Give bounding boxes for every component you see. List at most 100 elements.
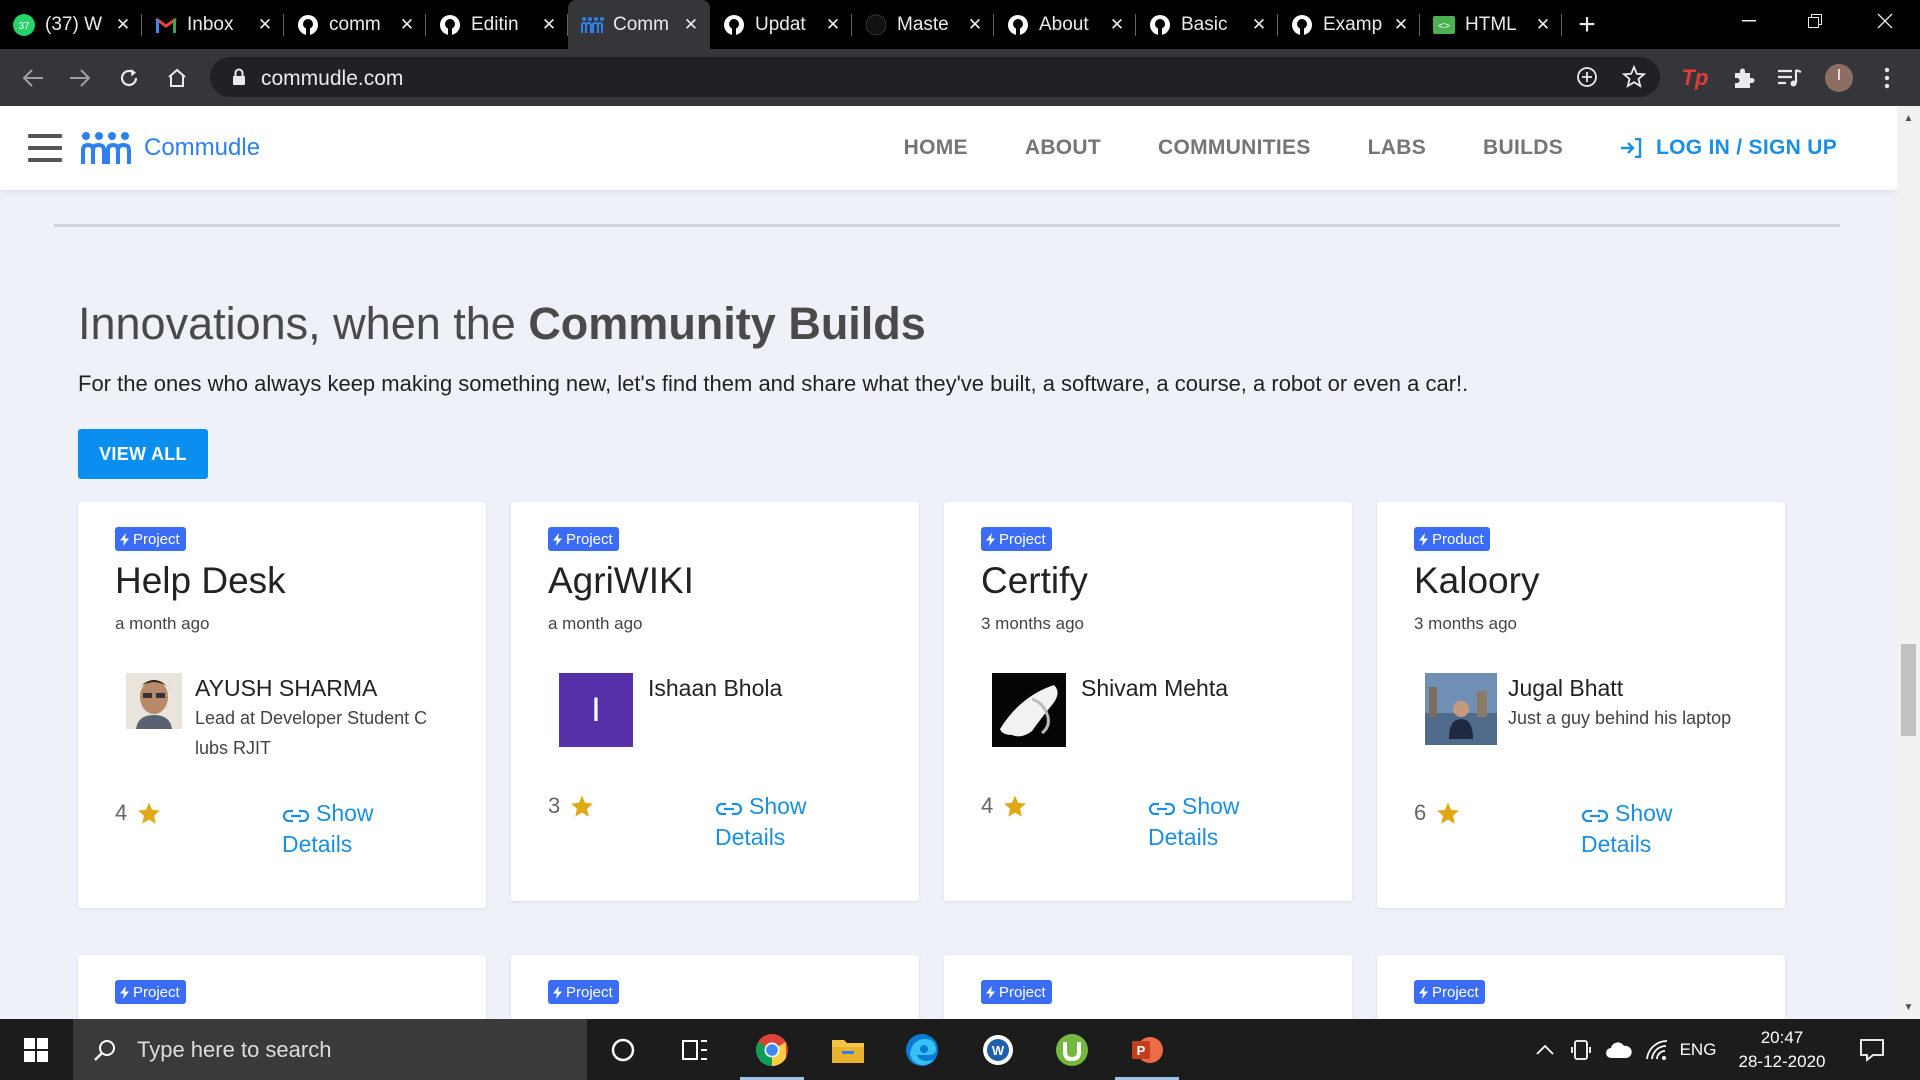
close-window-button[interactable] bbox=[1852, 0, 1918, 42]
hamburger-menu-icon[interactable] bbox=[28, 134, 62, 162]
build-card[interactable]: Product Kaloory 3 months ago Jugal Bhatt… bbox=[1377, 502, 1785, 908]
tab-commudle[interactable]: Comm ✕ bbox=[568, 0, 710, 49]
tab-html[interactable]: <> HTML ✕ bbox=[1420, 0, 1562, 49]
close-icon[interactable]: ✕ bbox=[398, 15, 416, 35]
lightning-icon bbox=[1419, 985, 1428, 999]
star-count[interactable]: 4 bbox=[115, 800, 162, 826]
tab-github-about[interactable]: About ✕ bbox=[994, 0, 1136, 49]
address-bar[interactable]: commudle.com bbox=[210, 57, 1660, 97]
star-count[interactable]: 3 bbox=[548, 793, 595, 819]
powerpoint-icon[interactable]: P bbox=[1111, 1019, 1183, 1080]
add-to-page-icon[interactable] bbox=[1576, 66, 1598, 88]
file-explorer-icon[interactable] bbox=[812, 1019, 884, 1080]
restore-button[interactable] bbox=[1782, 0, 1848, 42]
close-icon[interactable]: ✕ bbox=[682, 15, 700, 35]
show-details-link[interactable]: Show Details bbox=[282, 798, 402, 860]
minimize-button[interactable] bbox=[1716, 0, 1782, 42]
tab-github-master[interactable]: Maste ✕ bbox=[852, 0, 994, 49]
nav-home[interactable]: HOME bbox=[904, 136, 968, 160]
tab-github-comm[interactable]: comm ✕ bbox=[284, 0, 426, 49]
close-icon[interactable]: ✕ bbox=[256, 15, 274, 35]
nav-labs[interactable]: LABS bbox=[1368, 136, 1426, 160]
task-view-icon[interactable] bbox=[659, 1019, 731, 1080]
author-name[interactable]: Jugal Bhatt bbox=[1508, 675, 1623, 702]
close-icon[interactable]: ✕ bbox=[824, 15, 842, 35]
chrome-icon[interactable] bbox=[736, 1019, 808, 1080]
show-details-link[interactable]: Show Details bbox=[1148, 791, 1268, 853]
badge-label: Project bbox=[999, 983, 1046, 1001]
utorrent-icon[interactable] bbox=[1036, 1019, 1108, 1080]
star-count[interactable]: 6 bbox=[1414, 800, 1461, 826]
reload-button[interactable] bbox=[112, 61, 146, 95]
back-button[interactable] bbox=[16, 61, 50, 95]
cortana-icon[interactable] bbox=[587, 1019, 659, 1080]
language-indicator[interactable]: ENG bbox=[1678, 1019, 1718, 1080]
star-count[interactable]: 4 bbox=[981, 793, 1028, 819]
login-icon bbox=[1621, 138, 1642, 158]
author-name[interactable]: AYUSH SHARMA bbox=[195, 675, 377, 702]
word-viewer-icon[interactable]: W bbox=[962, 1019, 1034, 1080]
bookmark-star-icon[interactable] bbox=[1622, 65, 1646, 89]
profile-initial: I bbox=[1836, 67, 1842, 84]
show-details-link[interactable]: Show Details bbox=[1581, 798, 1701, 860]
author-name[interactable]: Ishaan Bhola bbox=[648, 675, 782, 702]
media-control-icon[interactable] bbox=[1774, 63, 1804, 93]
tab-whatsapp[interactable]: 37 (37) W ✕ bbox=[0, 0, 142, 49]
tab-github-basic[interactable]: Basic ✕ bbox=[1136, 0, 1278, 49]
author-avatar[interactable] bbox=[126, 673, 182, 729]
star-icon bbox=[1437, 802, 1460, 824]
nav-communities[interactable]: COMMUNITIES bbox=[1158, 136, 1311, 160]
forward-button[interactable] bbox=[63, 61, 97, 95]
show-details-link[interactable]: Show Details bbox=[715, 791, 835, 853]
wifi-icon[interactable] bbox=[1640, 1019, 1674, 1080]
build-card[interactable]: Project Certify 3 months ago Shivam Meht… bbox=[944, 502, 1352, 901]
start-button[interactable] bbox=[0, 1019, 72, 1080]
nav-builds[interactable]: BUILDS bbox=[1483, 136, 1563, 160]
type-badge: Product bbox=[1414, 527, 1490, 551]
browser-menu-icon[interactable] bbox=[1872, 63, 1902, 93]
onedrive-cloud-icon[interactable] bbox=[1602, 1019, 1636, 1080]
tab-github-editing[interactable]: Editin ✕ bbox=[426, 0, 568, 49]
scroll-down-icon[interactable]: ▼ bbox=[1897, 997, 1920, 1017]
view-all-button[interactable]: VIEW ALL bbox=[78, 429, 208, 479]
nav-about[interactable]: ABOUT bbox=[1025, 136, 1101, 160]
login-signup-link[interactable]: LOG IN / SIGN UP bbox=[1620, 136, 1837, 160]
close-icon[interactable]: ✕ bbox=[966, 15, 984, 35]
link-icon bbox=[715, 802, 743, 816]
extension-tp-icon[interactable]: Tp bbox=[1680, 63, 1710, 93]
edge-icon[interactable] bbox=[886, 1019, 958, 1080]
build-card[interactable]: Project Help Desk a month ago AYUSH SHAR… bbox=[78, 502, 486, 908]
close-icon[interactable]: ✕ bbox=[540, 15, 558, 35]
notifications-icon[interactable] bbox=[1850, 1019, 1894, 1080]
author-name[interactable]: Shivam Mehta bbox=[1081, 675, 1228, 702]
new-tab-button[interactable]: + bbox=[1562, 0, 1612, 49]
extensions-puzzle-icon[interactable] bbox=[1728, 63, 1758, 93]
build-title[interactable]: Kaloory bbox=[1414, 560, 1539, 602]
scroll-up-icon[interactable]: ▲ bbox=[1897, 108, 1920, 128]
taskbar-search-box[interactable]: Type here to search bbox=[73, 1019, 587, 1080]
build-title[interactable]: Help Desk bbox=[115, 560, 286, 602]
build-card[interactable]: Project AgriWIKI a month ago I Ishaan Bh… bbox=[511, 502, 919, 901]
brand-logo-link[interactable]: Commudle bbox=[80, 130, 260, 166]
tray-overflow-chevron-icon[interactable] bbox=[1530, 1019, 1560, 1080]
build-title[interactable]: AgriWIKI bbox=[548, 560, 694, 602]
profile-avatar[interactable]: I bbox=[1824, 63, 1854, 93]
taskbar-clock[interactable]: 20:47 28-12-2020 bbox=[1720, 1026, 1844, 1074]
author-avatar[interactable] bbox=[1425, 673, 1497, 745]
close-icon[interactable]: ✕ bbox=[114, 15, 132, 35]
home-button[interactable] bbox=[160, 61, 194, 95]
tab-gmail[interactable]: Inbox ✕ bbox=[142, 0, 284, 49]
tab-github-example[interactable]: Examp ✕ bbox=[1278, 0, 1420, 49]
tab-github-update[interactable]: Updat ✕ bbox=[710, 0, 852, 49]
author-avatar[interactable]: I bbox=[559, 673, 633, 747]
close-icon[interactable]: ✕ bbox=[1108, 15, 1126, 35]
close-icon[interactable]: ✕ bbox=[1534, 15, 1552, 35]
close-icon[interactable]: ✕ bbox=[1392, 15, 1410, 35]
scroll-thumb[interactable] bbox=[1901, 644, 1916, 736]
author-avatar[interactable] bbox=[992, 673, 1066, 747]
device-icon[interactable] bbox=[1566, 1019, 1596, 1080]
star-icon bbox=[571, 795, 594, 817]
build-title[interactable]: Certify bbox=[981, 560, 1088, 602]
close-icon[interactable]: ✕ bbox=[1250, 15, 1268, 35]
page-scrollbar[interactable]: ▲ ▼ bbox=[1897, 106, 1920, 1019]
